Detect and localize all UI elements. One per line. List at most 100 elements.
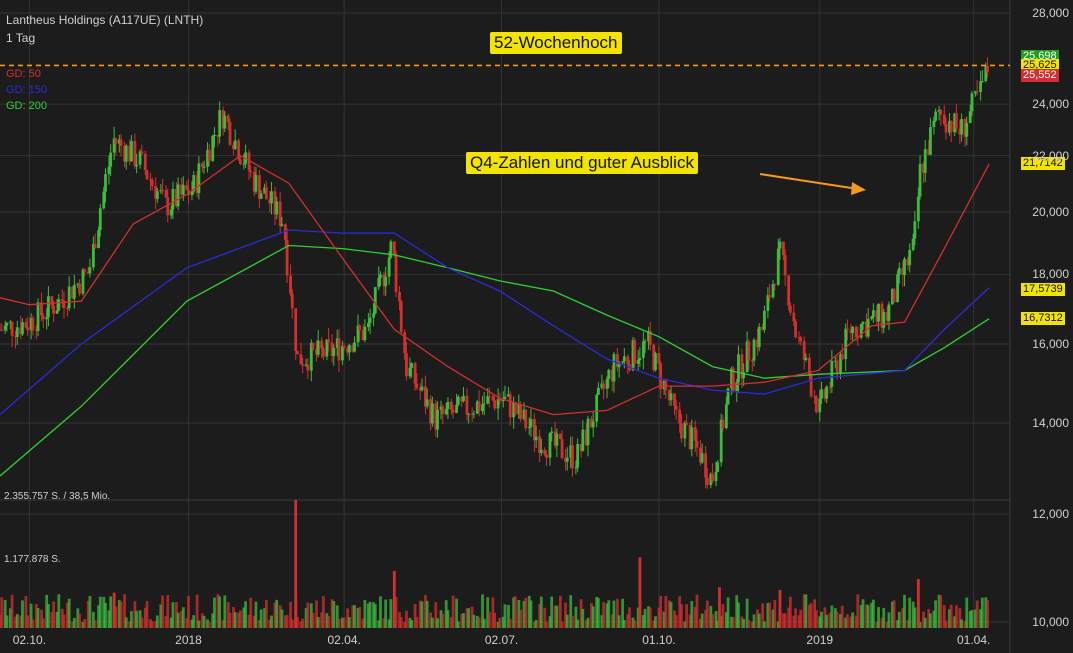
candle-down — [164, 190, 168, 198]
volume-bar — [607, 600, 611, 628]
candle-down — [405, 353, 408, 377]
volume-bar — [347, 617, 351, 628]
candle-down — [704, 453, 708, 478]
volume-bar — [451, 595, 455, 628]
candle-up — [15, 327, 19, 337]
legend-ma50: GD: 50 — [6, 68, 41, 80]
candle-down — [322, 348, 325, 357]
volume-bar — [508, 618, 512, 628]
ma150-line — [0, 229, 990, 416]
candle-up — [21, 322, 24, 335]
volume-bar — [913, 607, 917, 628]
candle-up — [171, 188, 175, 210]
candle-up — [36, 302, 40, 332]
volume-bar — [26, 615, 30, 628]
candle-up — [527, 427, 531, 429]
candle-down — [441, 406, 445, 415]
candle-up — [223, 115, 227, 129]
price-tag: 16,7312 — [1021, 311, 1065, 325]
volume-max-label: 2.355.757 S. / 38,5 Mio. — [4, 491, 111, 502]
candle-down — [398, 292, 401, 302]
volume-bar — [726, 597, 730, 628]
candle-up — [752, 339, 756, 361]
candle-up — [181, 185, 185, 195]
candle-down — [721, 419, 725, 429]
candle-up — [67, 286, 71, 309]
volume-bar — [145, 601, 149, 628]
volume-bar — [586, 617, 590, 628]
candle-up — [275, 201, 279, 215]
candle-down — [114, 138, 118, 144]
volume-bar — [161, 595, 164, 628]
candle-up — [887, 304, 891, 321]
candle-down — [711, 473, 714, 482]
x-tick-label: 02.10. — [12, 633, 47, 647]
volume-bar — [939, 595, 943, 628]
volume-bar — [799, 609, 803, 628]
volume-bar — [794, 608, 797, 628]
volume-bar — [830, 605, 834, 628]
volume-bar — [410, 620, 414, 628]
y-tick-label: 18,000 — [1032, 267, 1069, 282]
volume-bar — [617, 615, 621, 628]
arrow-icon — [851, 182, 866, 195]
candle-down — [558, 433, 562, 440]
candle-up — [384, 276, 388, 287]
volume-bar — [337, 618, 341, 628]
candle-up — [700, 453, 704, 463]
candle-up — [377, 278, 381, 288]
candle-up — [776, 248, 780, 285]
candle-down — [166, 197, 170, 216]
candle-down — [814, 396, 818, 413]
candle-down — [524, 409, 528, 429]
volume-bar — [41, 618, 45, 628]
candle-down — [50, 296, 54, 306]
candle-up — [503, 396, 507, 399]
price-chart — [0, 0, 1011, 653]
volume-bar — [825, 614, 829, 628]
volume-bar — [690, 601, 694, 628]
candle-down — [560, 439, 564, 459]
volume-bar — [923, 617, 927, 628]
volume-bar — [539, 596, 543, 628]
candle-down — [783, 255, 787, 276]
volume-bar — [446, 610, 450, 628]
candle-up — [347, 345, 351, 353]
volume-bar — [763, 621, 766, 628]
volume-bar — [425, 600, 429, 628]
volume-bar — [353, 605, 356, 628]
volume-bar — [809, 603, 813, 628]
volume-bar — [213, 597, 216, 628]
volume-bar — [591, 606, 595, 628]
candle-down — [508, 394, 512, 418]
candle-down — [626, 356, 630, 365]
candle-up — [353, 342, 356, 352]
volume-bar — [680, 604, 683, 628]
annotation-q4-results: Q4-Zahlen und guter Ausblick — [466, 152, 698, 174]
candle-up — [724, 404, 728, 429]
volume-bar — [109, 596, 113, 628]
volume-bar — [15, 614, 19, 628]
candle-up — [55, 310, 59, 314]
candle-up — [870, 317, 874, 319]
candle-down — [835, 360, 839, 374]
volume-bar — [820, 611, 823, 628]
candle-down — [809, 375, 813, 397]
candle-up — [896, 274, 899, 303]
volume-bar — [238, 610, 242, 628]
volume-bar — [441, 613, 445, 628]
candle-up — [410, 363, 414, 368]
candle-up — [425, 399, 429, 407]
candle-up — [669, 393, 673, 401]
volume-bar — [166, 594, 170, 628]
candle-down — [358, 325, 362, 331]
volume-bar — [197, 620, 201, 628]
candle-up — [211, 135, 215, 161]
candle-down — [337, 338, 341, 361]
price-tag: 17,5739 — [1021, 282, 1065, 296]
candle-up — [88, 267, 92, 274]
legend-ma200: GD: 200 — [6, 100, 47, 112]
volume-bar — [534, 619, 538, 628]
candle-up — [332, 348, 336, 357]
volume-bar — [804, 594, 808, 628]
